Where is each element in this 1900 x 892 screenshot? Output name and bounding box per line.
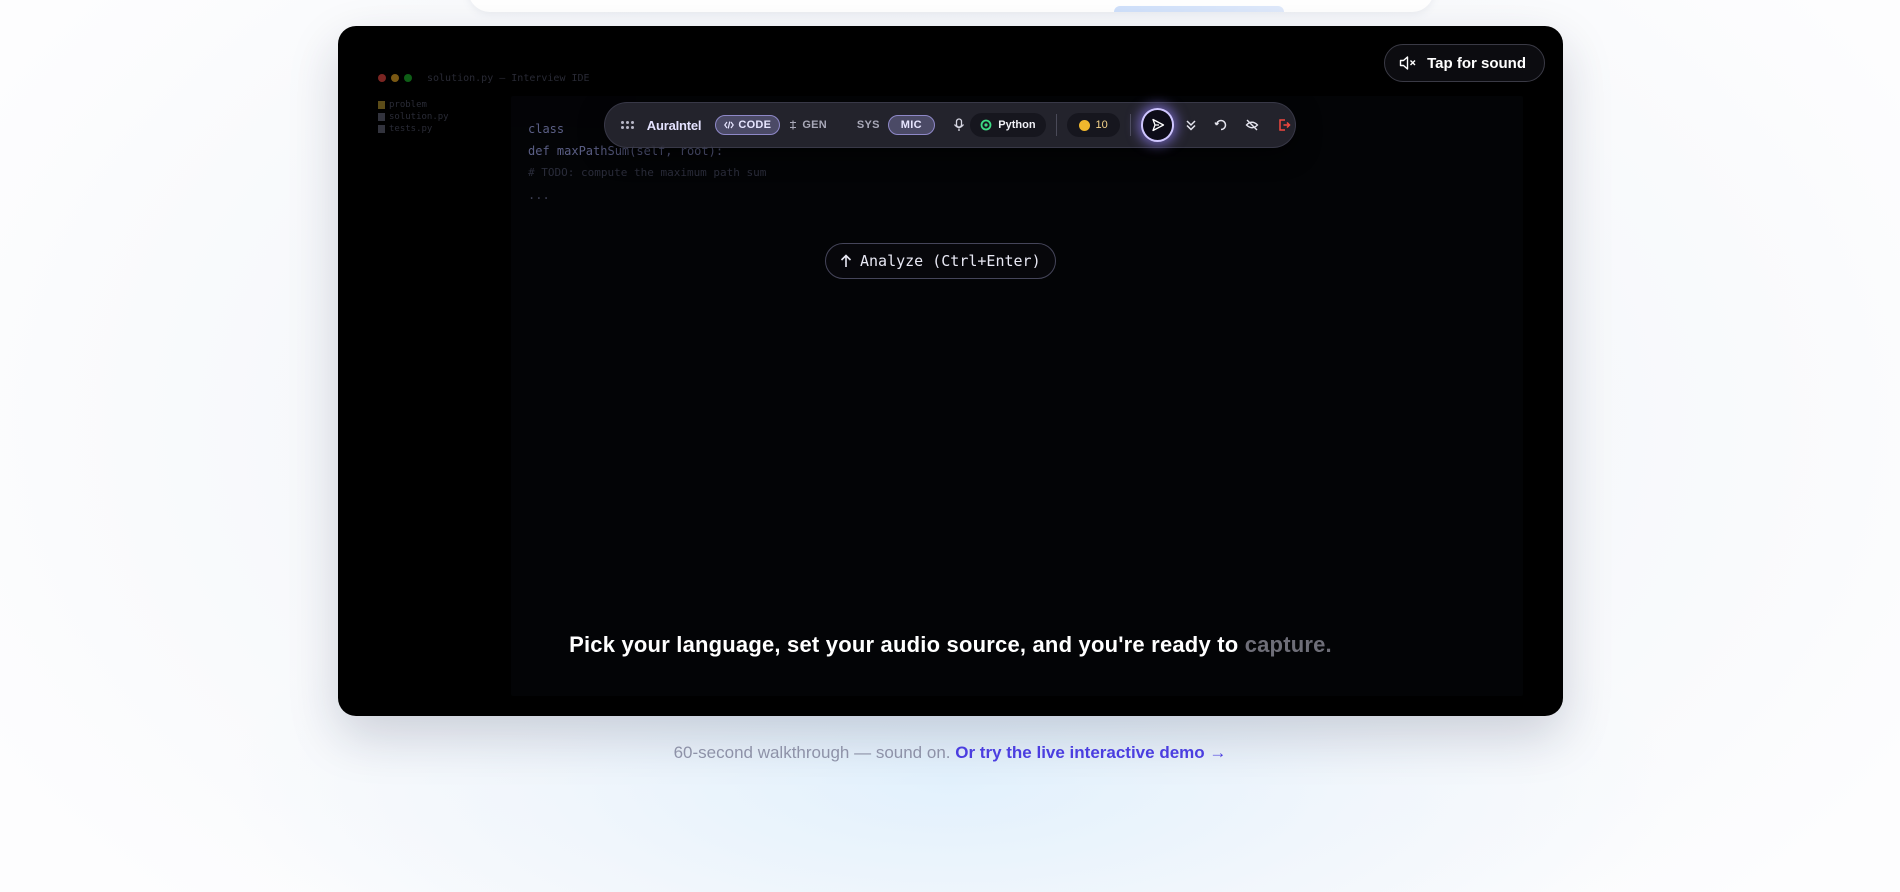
mode-code-button[interactable]: CODE: [715, 115, 781, 135]
file-tree-item: solution.py: [378, 111, 498, 123]
video-caption: Pick your language, set your audio sourc…: [338, 632, 1563, 658]
mode-code-label: CODE: [738, 119, 772, 131]
drag-handle-icon[interactable]: [621, 118, 635, 132]
ide-titlebar: solution.py — Interview IDE: [378, 66, 590, 90]
language-selector[interactable]: Python: [970, 113, 1046, 137]
mode-gen-label: GEN: [802, 119, 828, 131]
coin-icon: [1078, 119, 1090, 131]
file-tree-item: tests.py: [378, 123, 498, 135]
refresh-icon[interactable]: [1210, 114, 1232, 136]
tap-for-sound-button[interactable]: Tap for sound: [1384, 44, 1545, 82]
language-label: Python: [998, 119, 1036, 131]
file-name: solution.py: [389, 112, 449, 122]
credits-count: 10: [1095, 119, 1108, 131]
caption-fading-word: capture.: [1244, 632, 1332, 657]
code-icon: [724, 121, 735, 129]
mode-gen-button[interactable]: GEN: [780, 115, 835, 135]
logout-icon[interactable]: [1273, 114, 1295, 136]
close-dot: [378, 74, 386, 82]
divider: [1129, 114, 1131, 136]
analyze-button[interactable]: Analyze (Ctrl+Enter): [825, 243, 1056, 279]
caption-text: Pick your language, set your audio sourc…: [569, 632, 1239, 657]
sparkle-icon: [790, 120, 797, 130]
code-ellipsis: ...: [528, 188, 550, 202]
file-icon: [378, 113, 385, 121]
speaker-muted-icon: [1399, 56, 1416, 70]
arrow-up-icon: [840, 254, 852, 267]
file-name: tests.py: [389, 124, 433, 134]
source-mic-button[interactable]: MIC: [887, 115, 935, 135]
maximize-dot: [404, 74, 412, 82]
brand-name: AuraIntel: [646, 117, 702, 133]
source-sys-label: SYS: [856, 119, 880, 131]
video-footer: 60-second walkthrough — sound on. Or try…: [0, 743, 1900, 763]
walkthrough-note: 60-second walkthrough — sound on.: [673, 743, 951, 762]
folder-icon: [378, 101, 385, 109]
video-player[interactable]: solution.py — Interview IDE problem solu…: [338, 26, 1563, 716]
top-card-button[interactable]: [1114, 6, 1284, 12]
ide-title: solution.py — Interview IDE: [427, 72, 590, 84]
play-button[interactable]: [1140, 108, 1175, 142]
live-demo-link[interactable]: Or try the live interactive demo →: [955, 743, 1226, 762]
top-card: [468, 0, 1434, 12]
source-mic-label: MIC: [900, 119, 922, 131]
code-comment: # TODO: compute the maximum path sum: [528, 166, 767, 179]
overlay-toolbar: AuraIntel CODE GEN SYS MIC Python 10: [604, 102, 1296, 148]
microphone-icon[interactable]: [949, 114, 971, 136]
minimize-dot: [391, 74, 399, 82]
python-icon: [980, 119, 992, 131]
file-name: problem: [389, 100, 427, 110]
file-icon: [378, 125, 385, 133]
eye-off-icon[interactable]: [1242, 114, 1264, 136]
credits-badge: 10: [1066, 113, 1120, 137]
file-tree: problem solution.py tests.py: [378, 99, 498, 135]
divider: [1055, 114, 1057, 136]
analyze-label: Analyze (Ctrl+Enter): [860, 252, 1041, 270]
send-icon: [1151, 118, 1164, 132]
tap-for-sound-label: Tap for sound: [1427, 54, 1526, 72]
file-tree-item: problem: [378, 99, 498, 111]
source-sys-button[interactable]: SYS: [849, 115, 888, 135]
chevrons-down-icon[interactable]: [1180, 114, 1202, 136]
